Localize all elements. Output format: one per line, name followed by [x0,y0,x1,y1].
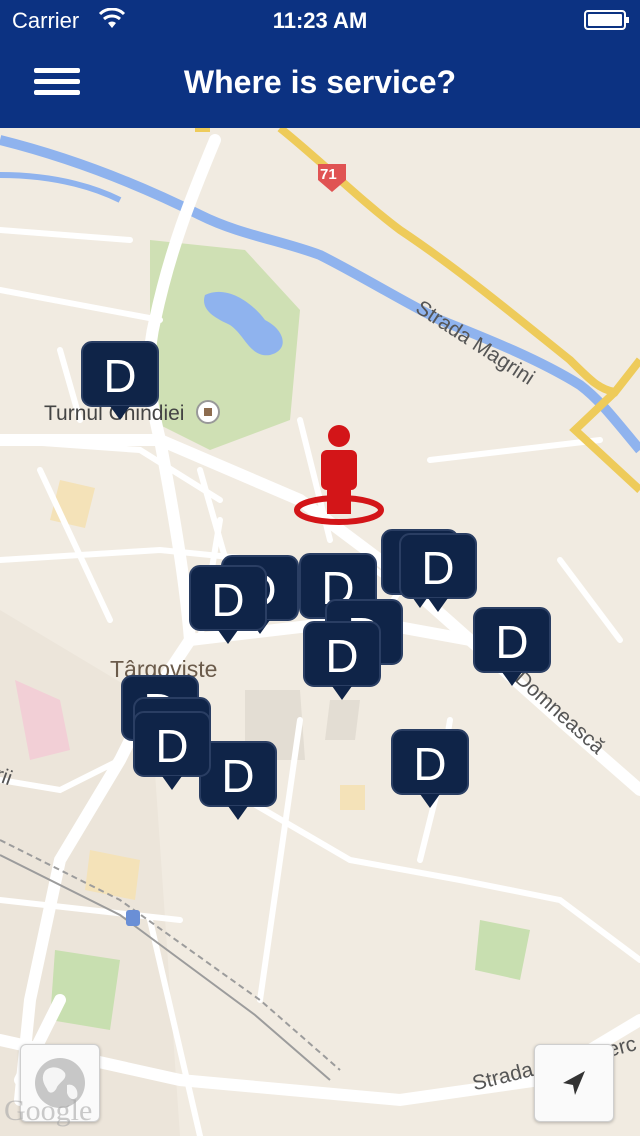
service-marker[interactable]: D [472,606,552,690]
location-arrow-icon [563,1071,585,1095]
marker-letter: D [221,750,254,802]
marker-letter: D [495,616,528,668]
marker-letter: D [103,350,136,402]
status-time: 11:23 AM [272,8,368,33]
service-marker[interactable]: D [188,564,268,648]
marker-letter: D [413,738,446,790]
service-marker[interactable]: D [398,532,478,616]
service-marker[interactable]: D [390,728,470,812]
marker-letter: D [211,574,244,626]
service-marker[interactable]: D [80,340,160,424]
person-icon [294,425,384,525]
marker-letter: D [325,630,358,682]
road-shield-label: 71 [320,166,337,183]
google-logo: Google [4,1094,93,1127]
page-title: Where is service? [183,64,457,100]
service-marker[interactable]: D [302,620,382,704]
marker-letter: D [421,542,454,594]
user-location-marker[interactable] [292,424,386,528]
service-marker[interactable]: D [132,710,212,794]
current-location-button[interactable] [534,1044,614,1122]
nav-bar: Where is service? [0,40,640,128]
status-bar: Carrier 11:23 AM [0,0,640,40]
battery-icon [584,10,629,30]
map-view[interactable]: 71 Strada Magrini Turnul Chindiei Târgov… [0,128,640,1136]
marker-letter: D [155,720,188,772]
